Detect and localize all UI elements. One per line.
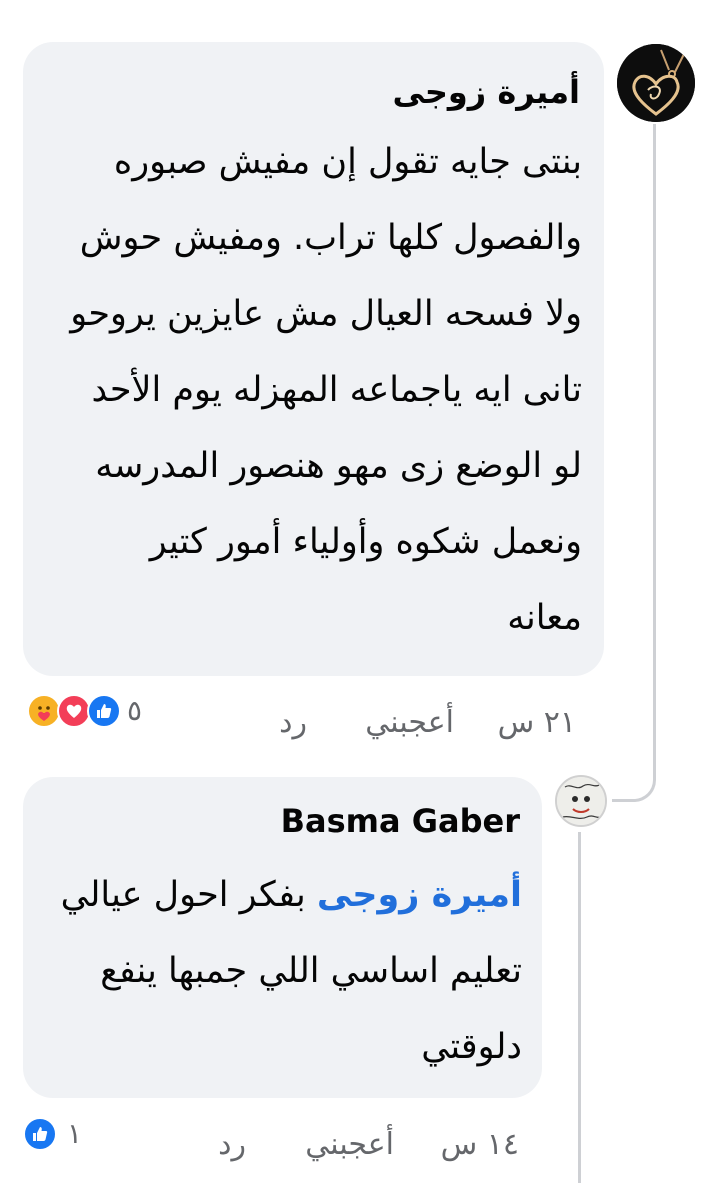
- comment-line: أميرة زوجى بفكر احول عيالي: [61, 857, 522, 933]
- thread-line-2: [578, 832, 581, 1183]
- like-icon: [87, 694, 121, 728]
- comment-timestamp[interactable]: ٢١ س: [498, 703, 576, 743]
- avatar[interactable]: [555, 775, 607, 827]
- thread-line: [653, 124, 656, 764]
- comment-body: بنتى جايه تقول إن مفيش صبوره والفصول كله…: [70, 124, 582, 656]
- like-icon: [23, 1117, 57, 1151]
- reaction-count: ١: [67, 1117, 83, 1150]
- comment-line-text: بفكر احول عيالي: [60, 875, 306, 915]
- comment-line: تانى ايه ياجماعه المهزله يوم الأحد: [91, 370, 582, 410]
- reply-button[interactable]: رد: [218, 1125, 246, 1165]
- comment-line: تعليم اساسي اللي جمبها ينفع: [100, 951, 522, 991]
- comment-line: والفصول كلها تراب. ومفيش حوش: [79, 218, 582, 258]
- reactions-summary[interactable]: ٥: [23, 694, 153, 730]
- like-button[interactable]: أعجبني: [365, 703, 454, 743]
- care-icon: [27, 694, 61, 728]
- reactions-summary[interactable]: ١: [23, 1117, 93, 1153]
- comment-line: ولا فسحه العيال مش عايزين يروحو: [70, 294, 582, 334]
- reaction-count: ٥: [127, 694, 143, 727]
- comment-body: أميرة زوجى بفكر احول عيالي تعليم اساسي ا…: [61, 857, 522, 1085]
- like-button[interactable]: أعجبني: [305, 1125, 394, 1165]
- comment-line: معانه: [507, 598, 582, 638]
- avatar[interactable]: [617, 44, 695, 122]
- thread-connector: [612, 740, 656, 802]
- love-icon: [57, 694, 91, 728]
- comment-bubble: Basma Gaber أميرة زوجى بفكر احول عيالي ت…: [23, 777, 542, 1098]
- comment-line: دلوقتي: [421, 1027, 522, 1067]
- comment-timestamp[interactable]: ١٤ س: [441, 1125, 519, 1165]
- comment-bubble: أميرة زوجى بنتى جايه تقول إن مفيش صبوره …: [23, 42, 604, 676]
- comment-author[interactable]: أميرة زوجى: [392, 72, 580, 112]
- reply-button[interactable]: رد: [279, 703, 307, 743]
- sketch-avatar-image: [557, 777, 605, 825]
- comment-author[interactable]: Basma Gaber: [281, 801, 520, 841]
- comment-line: ونعمل شكوه وأولياء أمور كتير: [149, 522, 582, 562]
- heart-pendant-avatar-image: [617, 44, 695, 122]
- mention-link[interactable]: أميرة زوجى: [317, 875, 522, 915]
- comment-line: بنتى جايه تقول إن مفيش صبوره: [113, 142, 582, 182]
- comment-line: لو الوضع زى مهو هنصور المدرسه: [95, 446, 582, 486]
